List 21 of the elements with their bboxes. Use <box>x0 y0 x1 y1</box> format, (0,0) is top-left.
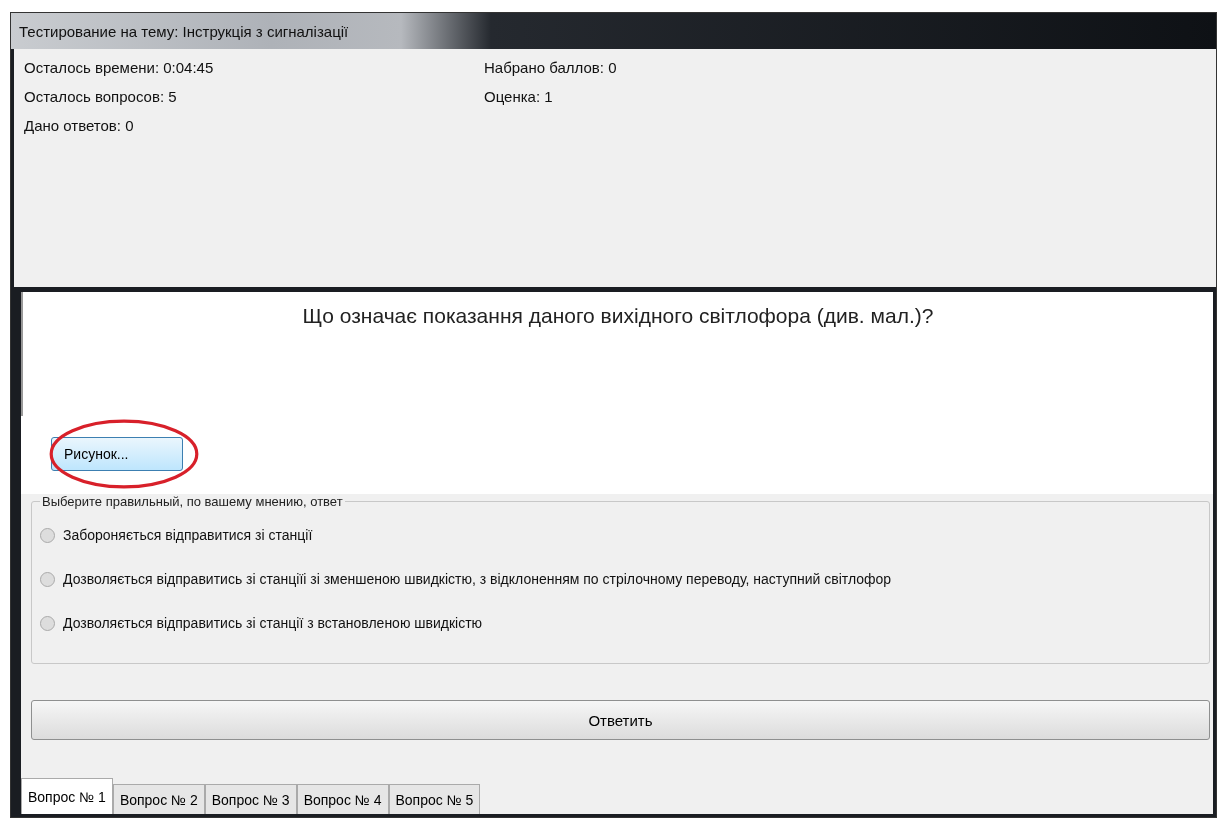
question-text: Що означає показання даного вихідного світлофора (див. мал.)? <box>302 304 934 329</box>
stat-label: Оценка: 1 <box>484 88 554 105</box>
question-tab[interactable]: Вопрос № 3 <box>204 784 297 814</box>
option-label: Забороняється відправитися зі станції <box>63 527 313 543</box>
question-tab[interactable]: Вопрос № 1 <box>21 778 113 814</box>
answer-button[interactable]: Ответить <box>31 700 1210 740</box>
window-title: Тестирование на тему: Інструкція з сигналізації <box>19 22 349 40</box>
question-tab[interactable]: Вопрос № 4 <box>296 784 389 814</box>
radio-button[interactable] <box>40 571 55 587</box>
picture-button[interactable]: Рисунок... <box>51 437 183 471</box>
option-label: Дозволяється відправитись зі станціїі зі зменшеною швидкістю, з відклоненням по стрілочному переводу, наступний світлофор <box>63 571 892 587</box>
stat-label: Осталось вопросов: 5 <box>24 88 178 105</box>
question-tab[interactable]: Вопрос № 2 <box>112 784 205 814</box>
stat-label: Набрано баллов: 0 <box>484 59 618 76</box>
option-label: Дозволяється відправитись зі станції з встановленою швидкістю <box>63 615 483 631</box>
group-title: Выберите правильный, по вашему мнению, ответ <box>41 494 344 509</box>
radio-button[interactable] <box>40 615 55 631</box>
stat-label: Осталось времени: 0:04:45 <box>24 59 215 76</box>
question-tab[interactable]: Вопрос № 5 <box>388 784 481 814</box>
stat-label: Дано ответов: 0 <box>24 117 135 134</box>
radio-button[interactable] <box>40 527 55 543</box>
